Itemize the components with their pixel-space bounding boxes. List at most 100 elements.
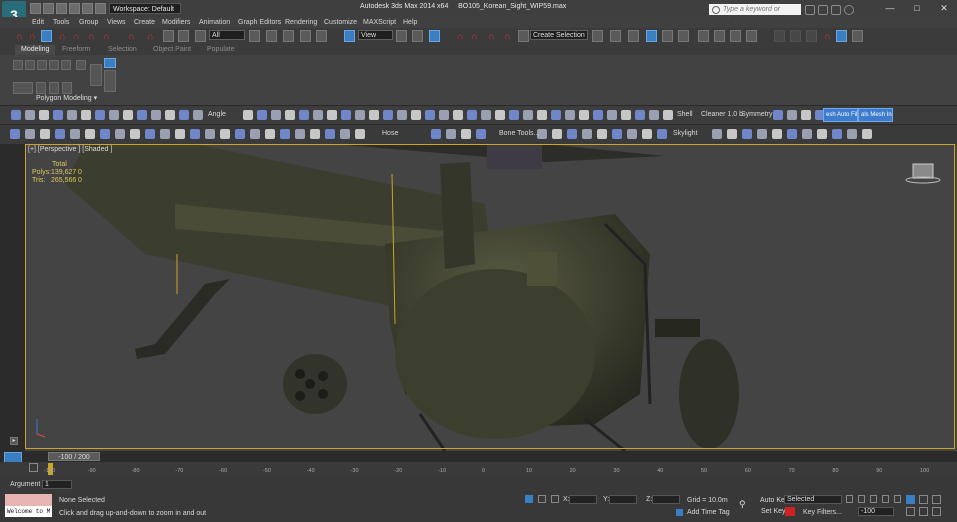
- zoom-all-icon[interactable]: [919, 495, 928, 504]
- object-tool-38-icon[interactable]: [712, 129, 722, 139]
- select-object-icon[interactable]: [41, 30, 52, 42]
- modeling-tool-39-icon[interactable]: [579, 110, 589, 120]
- bind-spacewarp-icon[interactable]: ∩: [57, 30, 68, 42]
- object-tool-44-icon[interactable]: [802, 129, 812, 139]
- percent-snap-toggle-icon[interactable]: ∩: [486, 30, 497, 42]
- next-frame-icon[interactable]: [882, 495, 889, 503]
- key-icon[interactable]: ⚲: [739, 500, 753, 509]
- selection-filter-dropdown[interactable]: All: [209, 30, 245, 40]
- modeling-tool-31-icon[interactable]: [467, 110, 477, 120]
- object-tool-14-icon[interactable]: [205, 129, 215, 139]
- mesh-insp-button[interactable]: als Mesh Insp: [858, 108, 893, 122]
- ribbon-stack-down-icon[interactable]: [49, 82, 59, 94]
- object-tool-1-icon[interactable]: [10, 129, 20, 139]
- pivot-center-icon[interactable]: [195, 30, 206, 42]
- menu-tools[interactable]: Tools: [53, 17, 69, 28]
- menu-views[interactable]: Views: [107, 17, 126, 28]
- ribbon-pin-icon[interactable]: [104, 58, 116, 68]
- modeling-tool-11-icon[interactable]: [151, 110, 161, 120]
- symmetry-label[interactable]: Symmetry: [741, 111, 773, 118]
- angle-snap-toggle-icon[interactable]: ∩: [469, 30, 480, 42]
- modeling-tool-24-icon[interactable]: [369, 110, 379, 120]
- zoom-icon[interactable]: [906, 495, 915, 504]
- star-icon[interactable]: [818, 5, 828, 15]
- object-tool-24-icon[interactable]: [355, 129, 365, 139]
- ribbon-modify-icon[interactable]: [76, 60, 86, 70]
- set-key-large-icon[interactable]: [785, 507, 795, 516]
- cleaner-label[interactable]: Cleaner 1.0 b: [701, 111, 743, 118]
- isolate-selection-icon[interactable]: [525, 495, 533, 503]
- track-bar-icon[interactable]: [29, 463, 38, 472]
- object-tool-12-icon[interactable]: [175, 129, 185, 139]
- modeling-tool-3-icon[interactable]: [39, 110, 49, 120]
- object-tool-16-icon[interactable]: [235, 129, 245, 139]
- modeling-tool-48-icon[interactable]: [801, 110, 811, 120]
- expand-track-icon[interactable]: ▸: [10, 437, 18, 445]
- object-tool-28-icon[interactable]: [476, 129, 486, 139]
- modeling-tool-28-icon[interactable]: [425, 110, 435, 120]
- menu-maxscript[interactable]: MAXScript: [363, 17, 396, 28]
- object-tool-35-icon[interactable]: [627, 129, 637, 139]
- skylight-label[interactable]: Skylight: [673, 130, 698, 137]
- modeling-tool-27-icon[interactable]: [411, 110, 421, 120]
- object-tool-6-icon[interactable]: [85, 129, 95, 139]
- curve-editor-icon[interactable]: [662, 30, 673, 42]
- hose-label[interactable]: Hose: [382, 130, 398, 137]
- maximize-button[interactable]: □: [904, 0, 930, 17]
- object-tool-33-icon[interactable]: [597, 129, 607, 139]
- material-editor-icon[interactable]: [698, 30, 709, 42]
- modeling-tool-15-icon[interactable]: [243, 110, 253, 120]
- object-tool-3-icon[interactable]: [40, 129, 50, 139]
- object-tool-36-icon[interactable]: [642, 129, 652, 139]
- object-tool-47-icon[interactable]: [847, 129, 857, 139]
- modeling-tool-32-icon[interactable]: [481, 110, 491, 120]
- modeling-tool-9-icon[interactable]: [123, 110, 133, 120]
- workspace-dropdown[interactable]: Workspace: Default: [109, 3, 181, 14]
- object-tool-31-icon[interactable]: [567, 129, 577, 139]
- angle-label[interactable]: Angle: [208, 111, 226, 118]
- extra-tool-5-icon[interactable]: [836, 30, 847, 42]
- modeling-tool-41-icon[interactable]: [607, 110, 617, 120]
- object-tool-25-icon[interactable]: [431, 129, 441, 139]
- object-tool-27-icon[interactable]: [461, 129, 471, 139]
- tab-freeform[interactable]: Freeform: [62, 45, 90, 55]
- modeling-tool-34-icon[interactable]: [509, 110, 519, 120]
- selection-lock-icon[interactable]: [538, 495, 546, 503]
- undo-icon[interactable]: [69, 3, 80, 14]
- previous-frame-icon[interactable]: [858, 495, 865, 503]
- save-file-icon[interactable]: [56, 3, 67, 14]
- object-tool-9-icon[interactable]: [130, 129, 140, 139]
- extra-tool-1-icon[interactable]: [774, 30, 785, 42]
- perspective-viewport[interactable]: [25, 144, 957, 451]
- edit-named-selection-icon[interactable]: [518, 30, 529, 42]
- ribbon-stack-up-icon[interactable]: [36, 82, 46, 94]
- polygon-modeling-label[interactable]: Polygon Modeling ▾: [36, 94, 97, 102]
- object-tool-37-icon[interactable]: [657, 129, 667, 139]
- redo-icon[interactable]: [82, 3, 93, 14]
- tab-populate[interactable]: Populate: [207, 45, 235, 55]
- render-setup-icon[interactable]: [714, 30, 725, 42]
- user-icon[interactable]: [831, 5, 841, 15]
- object-tool-15-icon[interactable]: [220, 129, 230, 139]
- object-tool-10-icon[interactable]: [145, 129, 155, 139]
- modeling-tool-43-icon[interactable]: [635, 110, 645, 120]
- object-tool-20-icon[interactable]: [295, 129, 305, 139]
- schematic-view-icon[interactable]: [678, 30, 689, 42]
- scale-icon[interactable]: [163, 30, 174, 42]
- shell-label[interactable]: Shell: [677, 111, 693, 118]
- ribbon-vertex-icon[interactable]: [13, 60, 23, 70]
- modeling-tool-1-icon[interactable]: [11, 110, 21, 120]
- maxscript-welcome[interactable]: Welcome to M: [5, 506, 52, 517]
- align-icon[interactable]: [344, 30, 355, 42]
- set-key-button[interactable]: Set Key: [761, 508, 786, 515]
- modeling-tool-23-icon[interactable]: [355, 110, 365, 120]
- x-coordinate-field[interactable]: [569, 495, 597, 504]
- ribbon-edge-icon[interactable]: [25, 60, 35, 70]
- object-tool-18-icon[interactable]: [265, 129, 275, 139]
- keyboard-shortcut-icon[interactable]: [266, 30, 277, 42]
- tab-modeling[interactable]: Modeling: [15, 45, 56, 55]
- maximize-viewport-icon[interactable]: [932, 507, 941, 516]
- open-file-icon[interactable]: [43, 3, 54, 14]
- snaps-toggle-icon[interactable]: [283, 30, 294, 42]
- select-and-rotate-icon[interactable]: [429, 30, 440, 42]
